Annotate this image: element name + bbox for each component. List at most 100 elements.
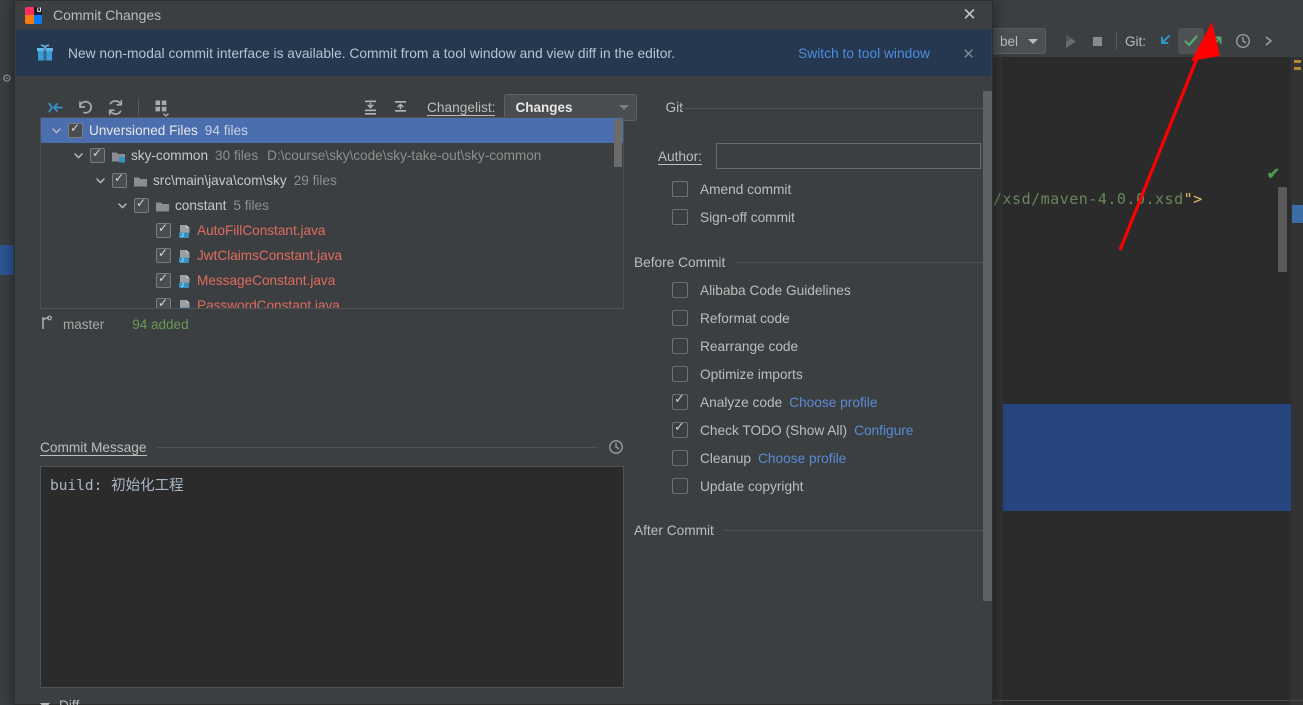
tree-row-checkbox[interactable] bbox=[90, 146, 105, 163]
before-commit-title: Before Commit bbox=[634, 255, 726, 270]
toolbar-separator bbox=[138, 98, 139, 116]
svg-text:J: J bbox=[181, 258, 184, 264]
before-commit-option-row[interactable]: Update copyright bbox=[634, 478, 984, 494]
checkbox[interactable] bbox=[672, 366, 688, 382]
before-commit-option-row[interactable]: Rearrange code bbox=[634, 338, 984, 354]
tree-row-checkbox[interactable] bbox=[156, 246, 171, 263]
tree-row-name: Unversioned Files bbox=[89, 123, 198, 138]
intellij-logo-icon: IJ bbox=[25, 6, 42, 24]
before-commit-option-link[interactable]: Configure bbox=[854, 423, 913, 438]
checkbox[interactable] bbox=[672, 450, 688, 466]
tree-row-checkbox[interactable] bbox=[156, 221, 171, 238]
git-commit-check-icon[interactable] bbox=[1178, 28, 1205, 54]
tree-row[interactable]: sky-common 30 files D:\course\sky\code\sky… bbox=[41, 143, 623, 168]
clock-icon[interactable] bbox=[608, 439, 624, 455]
before-commit-option-row[interactable]: Reformat code bbox=[634, 310, 984, 326]
git-option-row[interactable]: Sign-off commit bbox=[634, 209, 984, 225]
selection-marker[interactable] bbox=[1292, 205, 1303, 223]
before-commit-option-row[interactable]: Check TODO (Show All) Configure bbox=[634, 419, 984, 438]
tree-row[interactable]: constant 5 files bbox=[41, 193, 623, 218]
checkbox-label: Rearrange code bbox=[700, 338, 799, 354]
more-toolbar-icon[interactable] bbox=[1256, 28, 1282, 54]
git-update-icon[interactable] bbox=[1152, 28, 1178, 54]
ide-status-divider bbox=[993, 700, 1303, 701]
tree-row-checkbox[interactable] bbox=[134, 196, 149, 213]
settings-gear-icon[interactable]: ⚙ bbox=[2, 74, 12, 85]
tree-row-checkbox[interactable] bbox=[112, 171, 127, 188]
editor-marker-bar[interactable] bbox=[1291, 57, 1303, 705]
checkbox[interactable] bbox=[672, 391, 688, 410]
before-commit-option-row[interactable]: Alibaba Code Guidelines bbox=[634, 282, 984, 298]
inspection-ok-icon[interactable]: ✔ bbox=[1267, 164, 1280, 184]
git-history-icon[interactable] bbox=[1230, 28, 1256, 54]
notification-close-icon[interactable]: ✕ bbox=[962, 45, 975, 63]
tree-row[interactable]: J MessageConstant.java bbox=[41, 268, 623, 293]
tree-row[interactable]: src\main\java\com\sky 29 files bbox=[41, 168, 623, 193]
checkbox[interactable] bbox=[672, 181, 688, 197]
after-commit-title: After Commit bbox=[634, 523, 714, 538]
options-scrollbar-thumb[interactable] bbox=[983, 91, 992, 601]
warning-marker[interactable] bbox=[1294, 67, 1301, 70]
tree-scrollbar-thumb[interactable] bbox=[614, 119, 622, 167]
tree-row[interactable]: J PasswordConstant.java bbox=[41, 293, 623, 309]
git-option-row[interactable]: Amend commit bbox=[634, 181, 984, 197]
checkbox-label: Alibaba Code Guidelines bbox=[700, 282, 851, 298]
module-folder-icon bbox=[111, 150, 125, 162]
tree-row[interactable]: Unversioned Files 94 files bbox=[41, 118, 623, 143]
checkbox-label: Reformat code bbox=[700, 310, 790, 326]
tree-row-file-count: 30 files bbox=[215, 148, 259, 163]
tree-row-checkbox[interactable] bbox=[156, 271, 171, 288]
chevron-down-icon[interactable] bbox=[71, 149, 85, 163]
chevron-down-icon[interactable] bbox=[93, 174, 107, 188]
chevron-down-icon[interactable] bbox=[49, 124, 63, 138]
before-commit-option-link[interactable]: Choose profile bbox=[758, 451, 846, 466]
branch-status-bar: master 94 added bbox=[40, 315, 189, 334]
author-input[interactable] bbox=[716, 143, 981, 169]
checkbox-label: Check TODO (Show All) bbox=[700, 422, 848, 438]
close-icon[interactable]: ✕ bbox=[947, 1, 992, 29]
checkbox[interactable] bbox=[672, 478, 688, 494]
checkbox[interactable] bbox=[672, 310, 688, 326]
editor-scrollbar-thumb[interactable] bbox=[1278, 187, 1287, 272]
tree-row[interactable]: J JwtClaimsConstant.java bbox=[41, 243, 623, 268]
before-commit-option-row[interactable]: Analyze code Choose profile bbox=[634, 391, 984, 410]
notification-banner: New non-modal commit interface is availa… bbox=[16, 29, 991, 76]
changes-tree[interactable]: Unversioned Files 94 files sky-common 30 fi… bbox=[40, 117, 624, 309]
editor-selection-block bbox=[1003, 404, 1303, 511]
git-push-icon[interactable] bbox=[1204, 28, 1230, 54]
switch-to-tool-window-link[interactable]: Switch to tool window bbox=[798, 46, 930, 61]
tree-row-name: sky-common bbox=[131, 148, 209, 163]
before-commit-header: Before Commit bbox=[634, 255, 984, 270]
checkbox[interactable] bbox=[672, 282, 688, 298]
checkbox[interactable] bbox=[672, 209, 688, 225]
before-commit-option-row[interactable]: Optimize imports bbox=[634, 366, 984, 382]
tree-row-checkbox[interactable] bbox=[68, 121, 83, 138]
tree-row-checkbox[interactable] bbox=[156, 296, 171, 308]
checkbox-label: Analyze code bbox=[700, 394, 783, 410]
editor-code-line: /xsd/maven-4.0.0.xsd"> bbox=[993, 190, 1203, 208]
warning-marker[interactable] bbox=[1294, 60, 1301, 63]
tree-row-file-count: 29 files bbox=[293, 173, 337, 188]
editor-area[interactable]: ✔ /xsd/maven-4.0.0.xsd"> bbox=[993, 57, 1303, 705]
checkbox[interactable] bbox=[672, 419, 688, 438]
label-combo[interactable]: bel bbox=[990, 28, 1047, 54]
divider bbox=[723, 530, 984, 531]
before-commit-option-row[interactable]: Cleanup Choose profile bbox=[634, 450, 984, 466]
dialog-title: Commit Changes bbox=[53, 7, 162, 23]
before-commit-option-link[interactable]: Choose profile bbox=[789, 395, 877, 410]
commit-message-input[interactable]: build: 初始化工程 bbox=[40, 466, 624, 688]
tree-row[interactable]: J AutoFillConstant.java bbox=[41, 218, 623, 243]
gift-icon bbox=[36, 44, 54, 62]
svg-text:J: J bbox=[181, 283, 184, 289]
author-row: Author: bbox=[634, 143, 984, 169]
editor-gutter bbox=[993, 57, 1003, 705]
ide-main-toolbar: bel Git: bbox=[990, 26, 1303, 56]
checkbox-label: Sign-off commit bbox=[700, 209, 795, 225]
run-icon[interactable] bbox=[1058, 28, 1084, 54]
chevron-down-icon[interactable] bbox=[115, 199, 129, 213]
stop-icon[interactable] bbox=[1084, 28, 1110, 54]
tree-row-name: PasswordConstant.java bbox=[197, 298, 340, 309]
added-files-count: 94 added bbox=[132, 317, 189, 332]
checkbox[interactable] bbox=[672, 338, 688, 354]
